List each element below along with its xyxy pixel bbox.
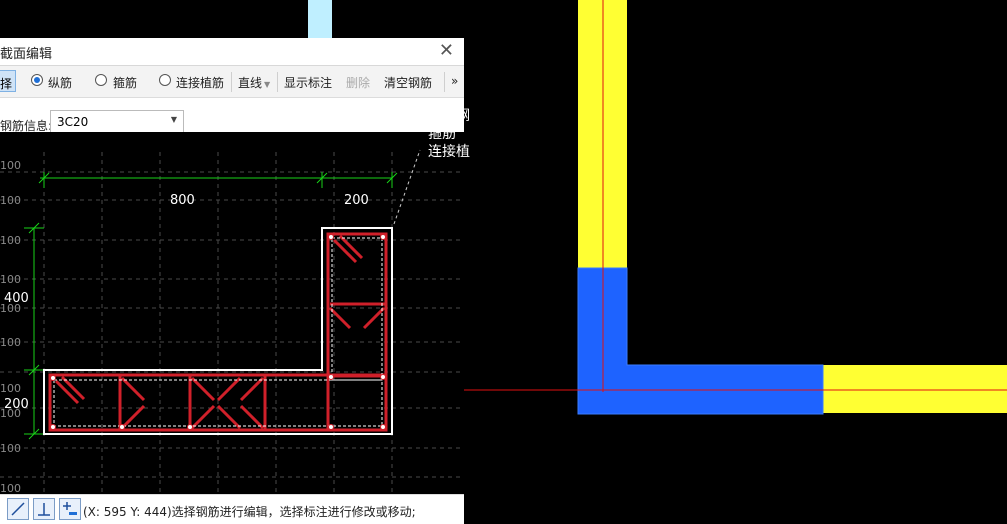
dialog-toolbar: 择 纵筋 箍筋 连接植筋 直线 ▼ 显示标注 删除 清空钢筋 » (0, 66, 464, 98)
summary-line-2: 箍筋 (428, 126, 456, 142)
line-type-label: 直线 (238, 76, 263, 90)
grid-label: 100 (0, 336, 21, 349)
rebar-info-value: 3C20 (57, 115, 89, 129)
slash-line-icon (11, 502, 25, 516)
radio-longitudinal[interactable] (31, 74, 43, 86)
radio-anchor-rebar-label[interactable]: 连接植筋 (176, 74, 224, 91)
cyan-element-top (308, 0, 332, 40)
plus-minus-icon (63, 502, 77, 515)
dialog-statusbar: (X: 595 Y: 444)选择钢筋进行编辑，选择标注进行修改或移动; (0, 494, 464, 524)
dialog-titlebar[interactable]: 截面编辑 ✕ (0, 38, 464, 66)
radio-stirrup-label[interactable]: 箍筋 (113, 74, 137, 91)
grid-label: 100 (0, 482, 21, 494)
dim-text-200-left[interactable]: 200 (4, 397, 29, 412)
perpendicular-icon (38, 503, 50, 516)
delete-button[interactable]: 删除 (346, 74, 370, 91)
grid-label: 100 (0, 159, 21, 172)
clear-rebar-button[interactable]: 清空钢筋 (384, 74, 432, 91)
select-button-label: 择 (0, 77, 13, 91)
toolbar-separator (444, 72, 445, 92)
close-icon[interactable]: ✕ (439, 40, 454, 61)
grid-label: 100 (0, 194, 21, 207)
draw-line-tool-button[interactable] (7, 498, 29, 520)
show-annotation-button[interactable]: 显示标注 (284, 74, 332, 91)
radio-anchor-rebar[interactable] (159, 74, 171, 86)
rebar-summary-note: 全部钢 箍筋 连接植 (428, 107, 470, 161)
grid-label: 100 (0, 382, 21, 395)
rebar-info-select[interactable]: 3C20 ▼ (50, 110, 184, 134)
dim-text-800[interactable]: 800 (170, 193, 195, 208)
dim-text-400[interactable]: 400 (4, 291, 29, 306)
radio-stirrup[interactable] (95, 74, 107, 86)
perpendicular-tool-button[interactable] (33, 498, 55, 520)
dialog-title: 截面编辑 (0, 47, 53, 62)
grid-label: 100 (0, 273, 21, 286)
radio-longitudinal-label[interactable]: 纵筋 (48, 74, 72, 91)
dim-text-200-top[interactable]: 200 (344, 193, 369, 208)
grid-label: 100 (0, 234, 21, 247)
status-text: (X: 595 Y: 444)选择钢筋进行编辑，选择标注进行修改或移动; (83, 505, 416, 519)
line-type-dropdown[interactable]: 直线 ▼ (238, 74, 270, 91)
grid-label: 100 (0, 442, 21, 455)
summary-line-1: 全部钢 (428, 108, 470, 124)
more-icon[interactable]: » (451, 74, 458, 88)
toolbar-separator (277, 72, 278, 92)
add-point-tool-button[interactable] (59, 498, 81, 520)
section-drawing-canvas[interactable]: 100 100 100 100 100 100 100 100 100 100 … (0, 132, 464, 494)
chevron-down-icon: ▼ (264, 80, 271, 89)
summary-line-3: 连接植 (428, 144, 470, 160)
toolbar-separator (231, 72, 232, 92)
yellow-beam-horizontal[interactable] (823, 365, 1007, 413)
section-edit-dialog: 截面编辑 ✕ 择 纵筋 箍筋 连接植筋 直线 ▼ 显示标注 删除 清空钢筋 » 钢… (0, 38, 464, 524)
chevron-down-icon: ▼ (170, 115, 177, 124)
select-button[interactable]: 择 (0, 70, 17, 92)
rebar-info-row: 钢筋信息: 3C20 ▼ (0, 98, 464, 134)
